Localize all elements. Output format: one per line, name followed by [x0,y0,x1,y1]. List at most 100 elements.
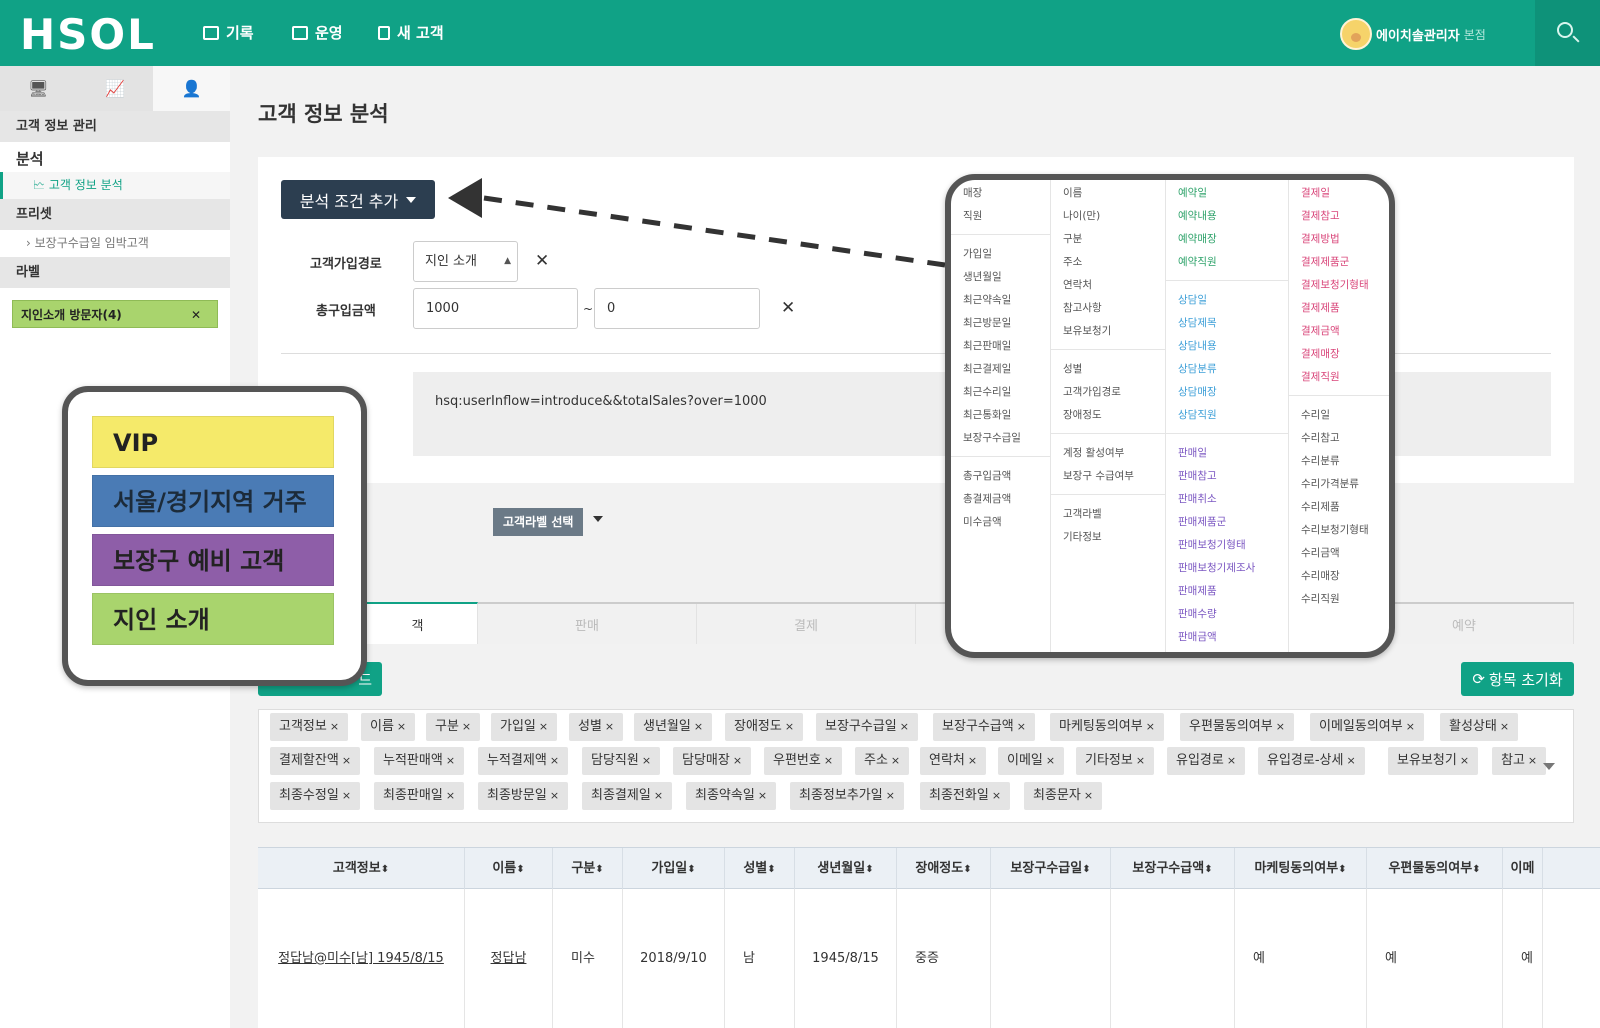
chip-close-icon[interactable]: × [642,754,651,767]
column-chip[interactable]: 보유보청기 × [1388,747,1479,775]
column-header[interactable]: 구분⬍ [553,848,623,889]
sort-icon[interactable]: ⬍ [1082,864,1090,875]
condition-option[interactable]: 판매취소 [1178,491,1217,506]
logo[interactable]: HSOL [20,10,156,59]
column-chip[interactable]: 유입경로-상세 × [1258,747,1365,775]
column-header[interactable]: 장애정도⬍ [897,848,991,889]
column-chip[interactable]: 주소 × [855,747,910,775]
column-chip[interactable]: 성별 × [569,713,624,741]
condition-option[interactable]: 수리참고 [1301,430,1340,445]
chip-close-icon[interactable]: × [1346,754,1355,767]
condition-option[interactable]: 가입일 [963,246,992,261]
condition-option[interactable]: 수리일 [1301,407,1330,422]
column-chip[interactable]: 참고 × [1492,747,1547,775]
chip-close-icon[interactable]: × [733,754,742,767]
condition-option[interactable]: 나이(만) [1063,208,1100,223]
condition-option[interactable]: 매장 [963,185,982,200]
condition-option[interactable]: 판매참고 [1178,468,1217,483]
column-chip[interactable]: 누적결제액 × [478,747,569,775]
user-menu[interactable]: 에이치솔관리자 본점 [1340,18,1486,50]
tab-desktop[interactable]: 🖥 [0,66,77,111]
sort-icon[interactable]: ⬍ [381,864,389,875]
sort-icon[interactable]: ⬍ [595,864,603,875]
column-chip[interactable]: 마케팅동의여부 × [1050,713,1164,741]
condition-option[interactable]: 최근약속일 [963,292,1011,307]
add-condition-button[interactable]: 분석 조건 추가 [281,180,435,219]
column-header[interactable]: 이메 [1503,848,1543,889]
column-chip[interactable]: 활성상태 × [1440,713,1519,741]
condition-option[interactable]: 미수금액 [963,514,1002,529]
condition-option[interactable]: 연락처 [1063,277,1092,292]
condition-option[interactable]: 결제일 [1301,185,1330,200]
condition-option[interactable]: 수리보청기형태 [1301,522,1369,537]
column-chip[interactable]: 결제할잔액 × [270,747,361,775]
condition-option[interactable]: 상담매장 [1178,384,1217,399]
tab-chart[interactable]: 📈 [77,66,154,111]
chip-close-icon[interactable]: × [1276,720,1285,733]
chip-close-icon[interactable]: × [330,720,339,733]
caret-down-icon[interactable] [593,516,603,522]
condition-option[interactable]: 예약매장 [1178,231,1217,246]
search-button[interactable] [1535,0,1600,66]
chip-close-icon[interactable]: × [891,754,900,767]
chip-close-icon[interactable]: × [654,789,663,802]
condition-option[interactable]: 판매일 [1178,445,1207,460]
column-header[interactable]: 보장구수급액⬍ [1111,848,1235,889]
condition-option[interactable]: 결제방법 [1301,231,1340,246]
condition-option[interactable]: 계정 활성여부 [1063,445,1124,460]
condition-option[interactable]: 수리매장 [1301,568,1340,583]
chip-close-icon[interactable]: × [1136,754,1145,767]
table-cell-value[interactable]: 정답남 [491,951,527,966]
column-chip[interactable]: 최종결제일 × [582,782,673,810]
condition-option[interactable]: 판매제품군 [1178,514,1226,529]
inflow-select[interactable]: 지인 소개 ▲▼ [413,241,518,305]
condition-option[interactable]: 판매보청기형태 [1178,537,1246,552]
condition-option[interactable]: 최근판매일 [963,338,1011,353]
condition-option[interactable]: 총결제금액 [963,491,1011,506]
column-chip[interactable]: 이름 × [361,713,416,741]
column-chip[interactable]: 우편번호 × [764,747,843,775]
condition-option[interactable]: 생년월일 [963,269,1002,284]
condition-option[interactable]: 최근통화일 [963,407,1011,422]
condition-option[interactable]: 수리직원 [1301,591,1340,606]
condition-option[interactable]: 구분 [1063,231,1082,246]
chip-close-icon[interactable]: × [1500,720,1509,733]
condition-option[interactable]: 상담일 [1178,292,1207,307]
label-prospect[interactable]: 보장구 예비 고객 [92,534,334,586]
column-header[interactable]: 우편물동의여부⬍ [1367,848,1503,889]
chip-close-icon[interactable]: × [1227,754,1236,767]
column-header[interactable]: 성별⬍ [725,848,795,889]
chip-close-icon[interactable]: × [397,720,406,733]
column-chip[interactable]: 최종문자 × [1024,782,1103,810]
column-chip[interactable]: 이메일동의여부 × [1310,713,1424,741]
column-chip[interactable]: 최종판매일 × [374,782,465,810]
column-chip[interactable]: 구분 × [426,713,481,741]
table-cell[interactable]: 정답남 [465,889,553,1028]
nav-operations[interactable]: 운영 [292,22,343,43]
condition-option[interactable]: 보장구 수급여부 [1063,468,1134,483]
column-chip[interactable]: 담당매장 × [673,747,752,775]
condition-option[interactable]: 결제매장 [1301,346,1340,361]
condition-option[interactable]: 상담제목 [1178,315,1217,330]
condition-option[interactable]: 이름 [1063,185,1082,200]
condition-option[interactable]: 최근결제일 [963,361,1011,376]
condition-option[interactable]: 결제제품 [1301,300,1340,315]
condition-option[interactable]: 수리가격분류 [1301,476,1359,491]
condition-option[interactable]: 주소 [1063,254,1082,269]
column-chip[interactable]: 이메일 × [998,747,1065,775]
chip-close-icon[interactable]: × [446,754,455,767]
label-referral[interactable]: 지인 소개 [92,593,334,645]
column-chip[interactable]: 보장구수급일 × [816,713,918,741]
nav-new-customer[interactable]: 새 고객 [378,22,444,43]
condition-option[interactable]: 고객라벨 [1063,506,1102,521]
tab-payment[interactable]: 결제 [697,604,916,644]
column-chip[interactable]: 우편물동의여부 × [1180,713,1294,741]
chip-close-icon[interactable]: × [886,789,895,802]
condition-option[interactable]: 기타정보 [1063,529,1102,544]
chip-close-icon[interactable]: × [1146,720,1155,733]
condition-option[interactable]: 상담직원 [1178,407,1217,422]
column-chip[interactable]: 기타정보 × [1076,747,1155,775]
sort-icon[interactable]: ⬍ [865,864,873,875]
chip-close-icon[interactable]: × [968,754,977,767]
chip-close-icon[interactable]: × [342,754,351,767]
